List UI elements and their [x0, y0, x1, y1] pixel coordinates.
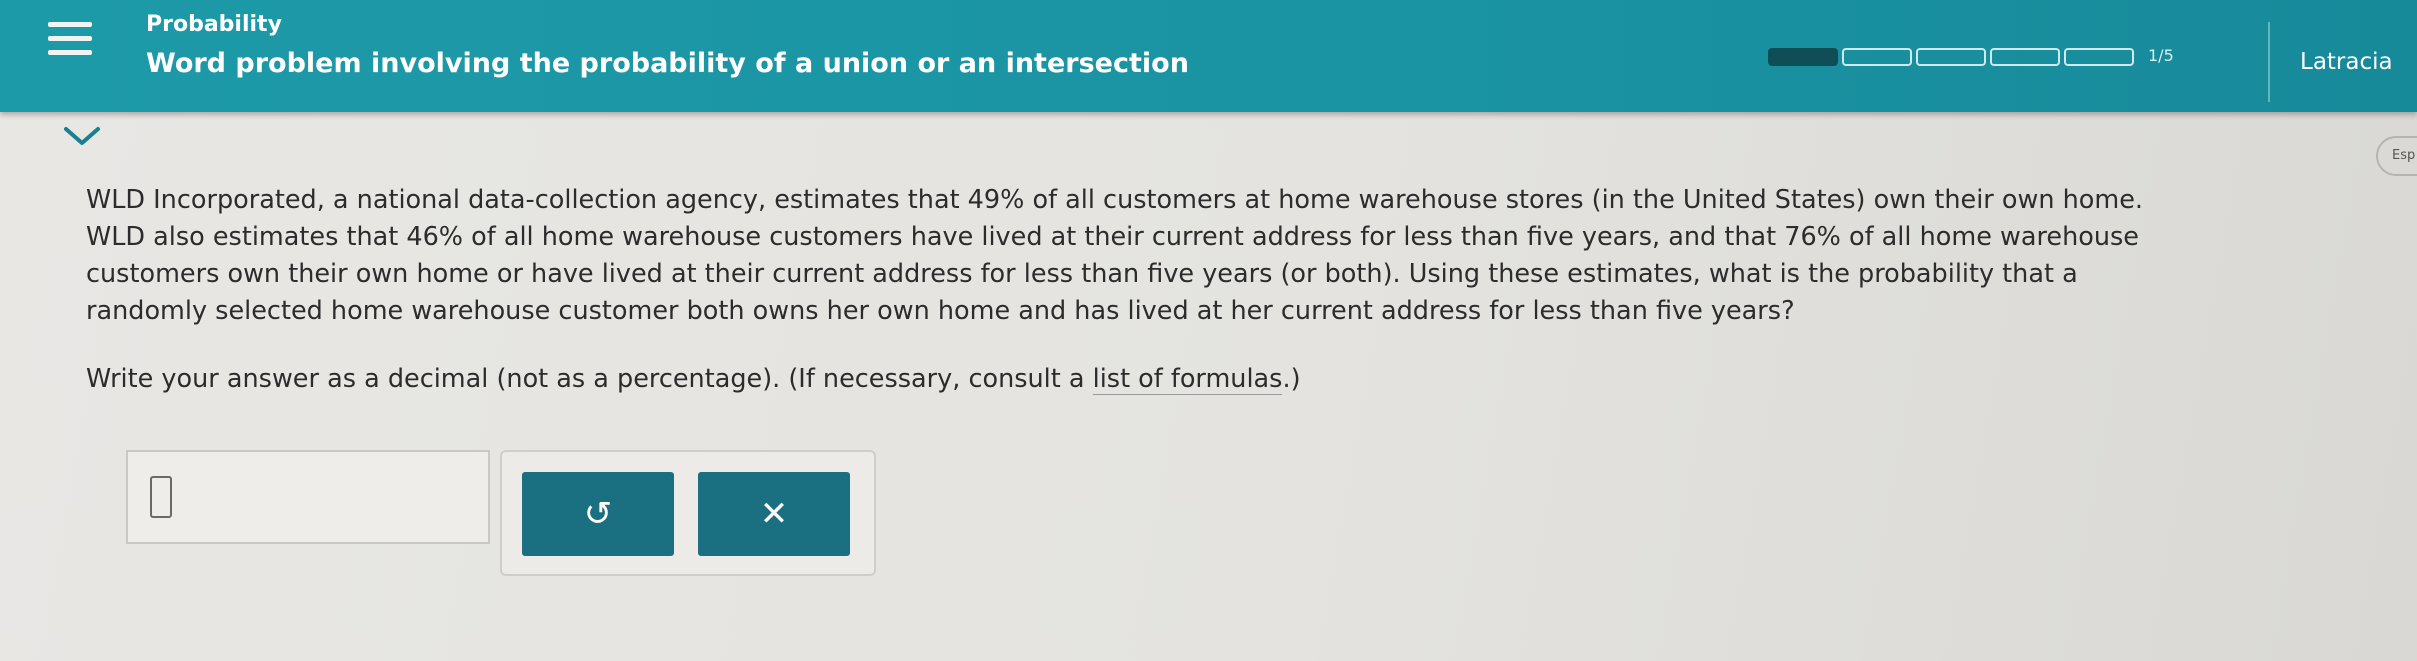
language-toggle-label: Esp [2392, 148, 2416, 163]
undo-icon: ↺ [583, 494, 613, 534]
answer-input[interactable] [126, 450, 490, 544]
progress-segment [2064, 48, 2134, 66]
progress-count: 1/5 [2148, 46, 2174, 65]
progress-bar [1768, 48, 2134, 66]
header-bar: Probability Word problem involving the p… [0, 0, 2417, 112]
answer-button-panel: ↺ ✕ [500, 450, 876, 576]
language-toggle-tab[interactable]: Esp [2376, 136, 2417, 176]
user-name: Latracia [2300, 49, 2393, 75]
close-icon: ✕ [759, 494, 789, 534]
input-cursor [150, 476, 172, 518]
user-menu[interactable]: Latracia [2268, 22, 2417, 102]
instruction-text: Write your answer as a decimal (not as a… [86, 364, 1093, 394]
chevron-down-icon[interactable] [62, 126, 102, 146]
problem-line: randomly selected home warehouse custome… [86, 296, 1795, 326]
progress-segment [1990, 48, 2060, 66]
problem-line: WLD also estimates that 46% of all home … [86, 222, 2139, 252]
progress-segment [1768, 48, 1838, 66]
list-of-formulas-link[interactable]: list of formulas [1092, 364, 1283, 395]
topic-label: Probability [146, 12, 282, 37]
page: Probability Word problem involving the p… [0, 0, 2417, 661]
problem-title: Word problem involving the probability o… [146, 48, 1189, 79]
instruction-text-end: .) [1282, 364, 1301, 394]
answer-instruction: Write your answer as a decimal (not as a… [86, 364, 1301, 395]
undo-button[interactable]: ↺ [522, 472, 674, 556]
progress-segment [1916, 48, 1986, 66]
problem-line: WLD Incorporated, a national data-collec… [86, 185, 2143, 215]
problem-statement: WLD Incorporated, a national data-collec… [86, 182, 2376, 330]
problem-line: customers own their own home or have liv… [86, 259, 2078, 289]
clear-button[interactable]: ✕ [698, 472, 850, 556]
hamburger-menu-icon[interactable] [48, 22, 92, 58]
progress-segment [1842, 48, 1912, 66]
